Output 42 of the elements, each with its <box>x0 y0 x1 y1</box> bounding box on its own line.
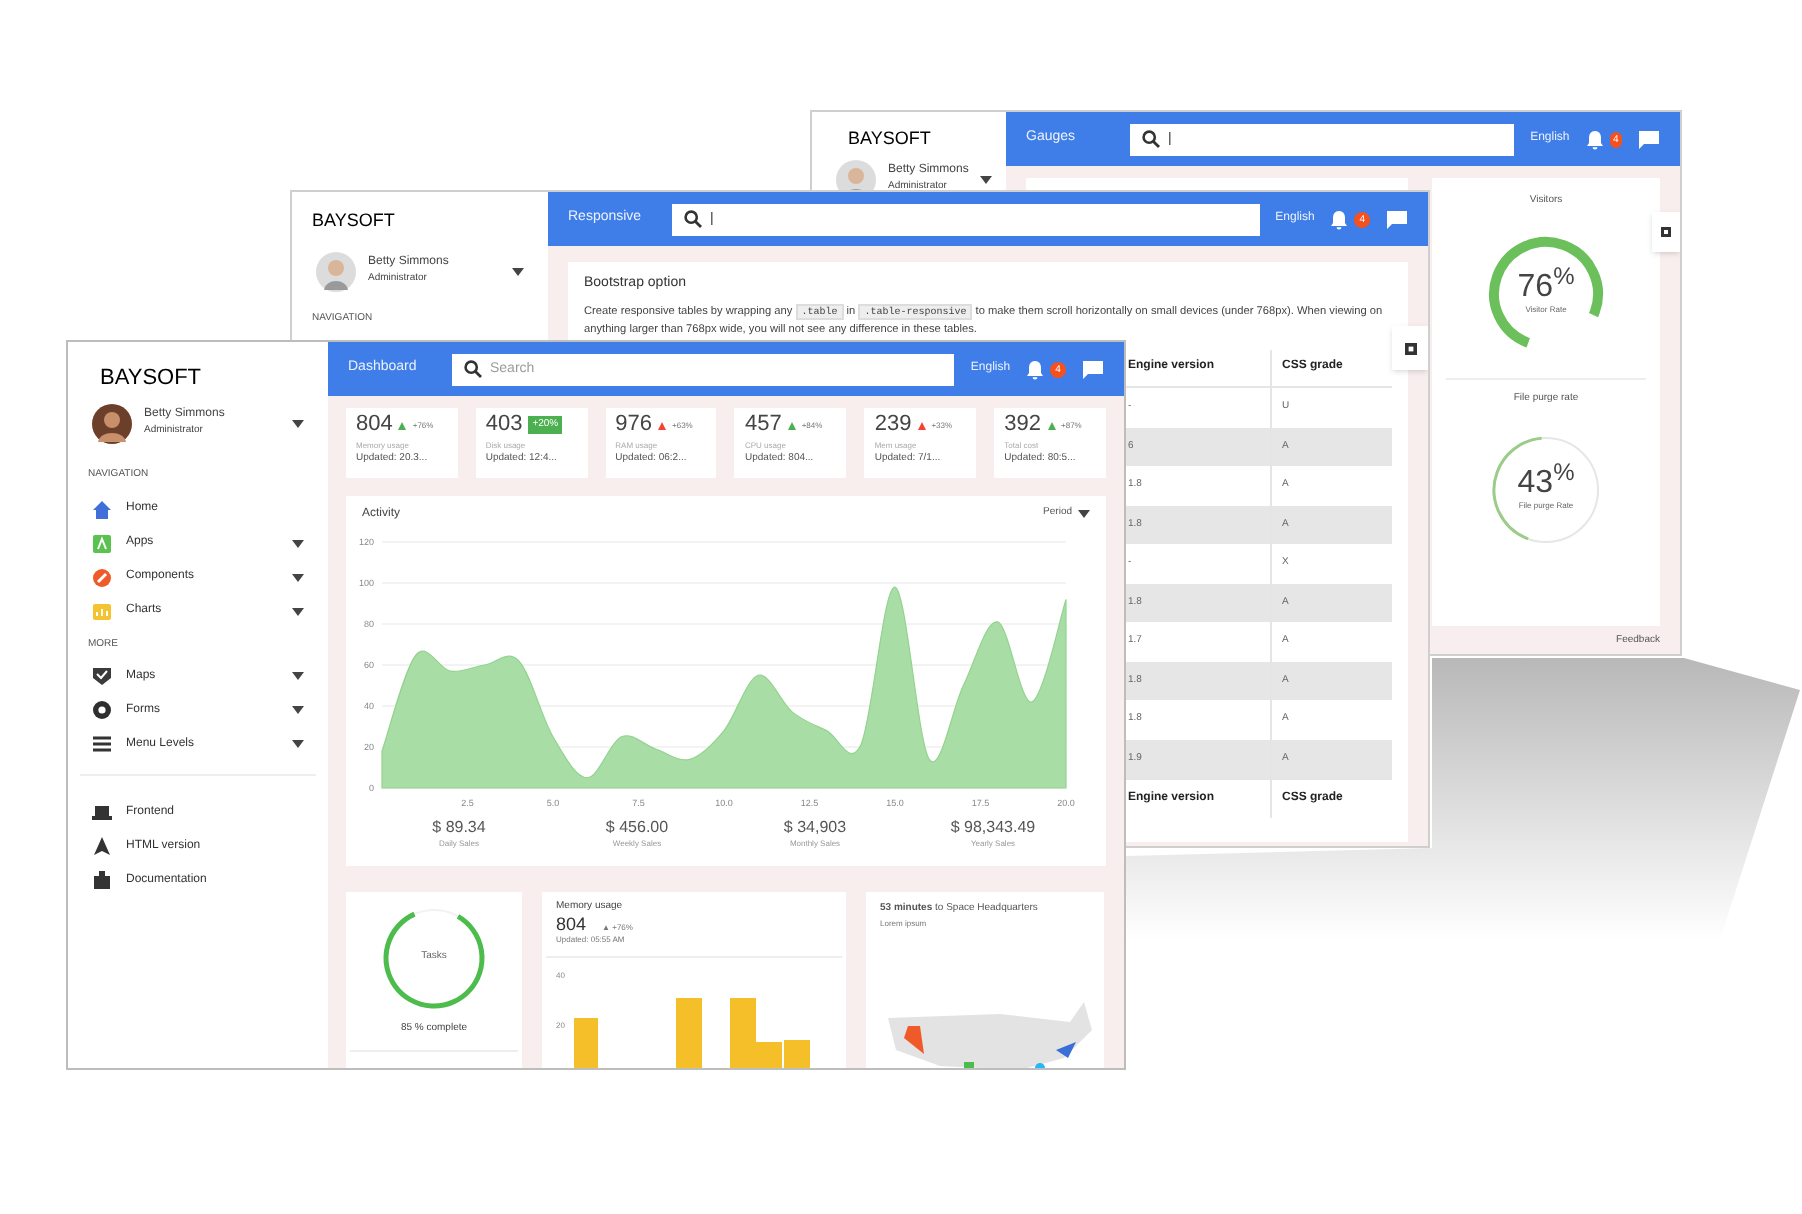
settings-tab[interactable] <box>1652 212 1680 252</box>
house-icon <box>92 499 112 519</box>
chat-icon <box>1082 359 1104 379</box>
avatar <box>92 403 132 443</box>
stat-value: 239 <box>874 414 912 436</box>
sales-amount: $ 89.34 <box>432 820 486 836</box>
stat-value: 392 <box>1004 414 1042 436</box>
navigation-arrow-icon <box>92 836 112 856</box>
search-icon <box>684 210 702 228</box>
box-icon <box>92 870 112 890</box>
shield-icon <box>92 666 112 686</box>
avatar <box>316 251 356 291</box>
menu-icon <box>92 734 112 754</box>
caret-icon <box>512 267 524 275</box>
chart-icon <box>92 601 112 621</box>
bell-icon <box>1585 129 1604 149</box>
caret-icon <box>292 419 304 427</box>
stat-value: 403 <box>485 414 523 436</box>
caret-icon <box>980 175 993 183</box>
sales-amount: $ 456.00 <box>605 820 669 836</box>
gauge-value: 76$^{%}$ <box>1517 271 1575 303</box>
settings-icon <box>1403 341 1417 355</box>
stat-value: 804 <box>556 915 587 933</box>
tile-icon <box>92 533 112 553</box>
stat-value: 976 <box>615 414 653 436</box>
brand-logo: BAYSOFT <box>310 208 397 234</box>
settings-icon <box>1660 226 1672 238</box>
stat-value: 804 <box>356 414 393 436</box>
brand-logo: BAYSOFT <box>98 364 204 394</box>
search-icon <box>464 360 482 378</box>
search-icon <box>1142 130 1160 148</box>
settings-tab[interactable] <box>1392 326 1428 370</box>
bell-icon <box>1330 209 1349 229</box>
gauge-value: 43$^{%}$ <box>1517 468 1575 500</box>
sales-amount: $ 34,903 <box>783 820 847 836</box>
caret-icon <box>1078 510 1090 518</box>
sales-amount: $ 98,343.49 <box>950 820 1036 836</box>
bell-icon <box>1026 359 1045 379</box>
brand-logo: BAYSOFT <box>846 126 933 152</box>
chat-icon <box>1638 129 1660 149</box>
stat-value: 457 <box>744 414 782 436</box>
chat-icon <box>1386 209 1408 229</box>
